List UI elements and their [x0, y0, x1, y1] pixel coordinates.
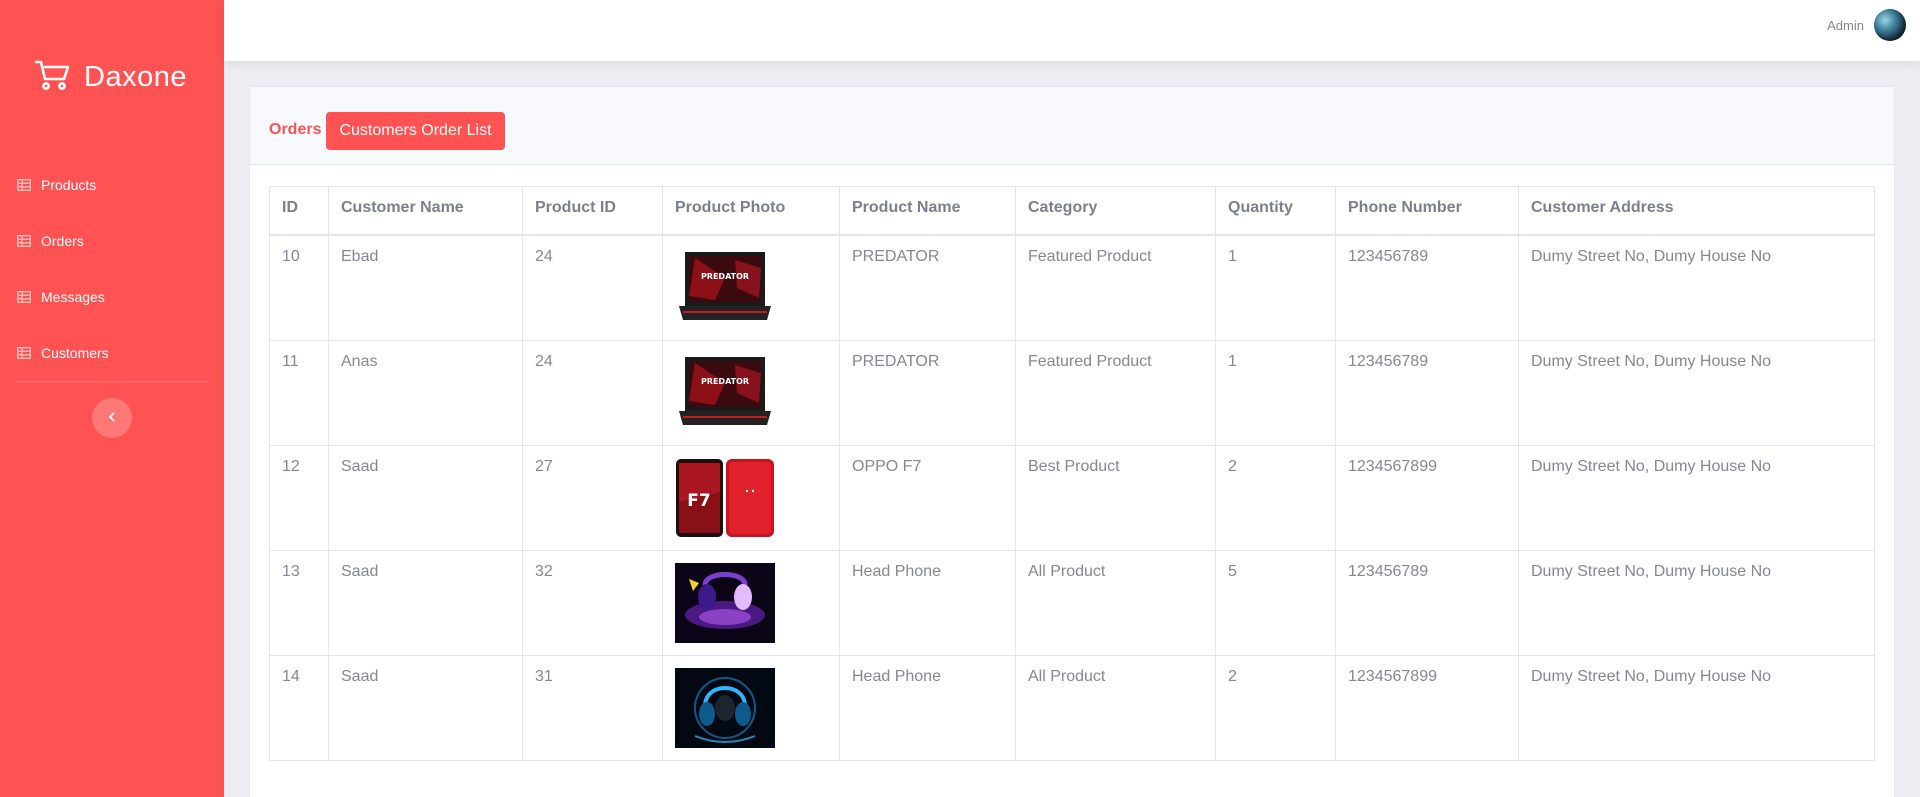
cell-product-id: 27: [522, 444, 663, 551]
sidebar-nav: Products Orders Messages Customers: [0, 157, 224, 381]
orders-table: ID Customer Name Product ID Product Phot…: [269, 186, 1875, 761]
sidebar-item-orders[interactable]: Orders: [0, 213, 224, 269]
cell-product-photo: PREDATOR: [662, 234, 840, 341]
product-photo-text: PREDATOR: [701, 377, 749, 386]
cell-quantity: 1: [1215, 339, 1336, 446]
table-row: 14 Saad 31 Head Phone All Product 2 1234…: [269, 654, 1875, 761]
product-photo-headphone: [675, 562, 775, 643]
cell-product-name: PREDATOR: [839, 339, 1016, 446]
cell-category: All Product: [1015, 549, 1216, 656]
cell-category: Featured Product: [1015, 234, 1216, 341]
cell-category: Best Product: [1015, 444, 1216, 551]
column-header-product-id[interactable]: Product ID: [522, 186, 663, 236]
column-header-id[interactable]: ID: [269, 186, 329, 236]
sidebar-item-messages[interactable]: Messages: [0, 269, 224, 325]
cell-product-photo: PREDATOR: [662, 339, 840, 446]
column-header-phone-number[interactable]: Phone Number: [1335, 186, 1519, 236]
sidebar-item-label: Orders: [41, 233, 84, 249]
sidebar-item-label: Customers: [41, 345, 109, 361]
product-photo-text: PREDATOR: [701, 272, 749, 281]
column-header-customer-name[interactable]: Customer Name: [328, 186, 523, 236]
topbar: Admin: [224, 0, 1920, 61]
cell-quantity: 5: [1215, 549, 1336, 656]
sidebar-divider: [15, 381, 209, 382]
avatar: [1874, 9, 1906, 41]
column-header-product-name[interactable]: Product Name: [839, 186, 1016, 236]
cell-category: Featured Product: [1015, 339, 1216, 446]
table-icon: [17, 179, 31, 191]
user-name: Admin: [1827, 17, 1864, 33]
cell-customer-address: Dumy Street No, Dumy House No: [1518, 654, 1875, 761]
sidebar: Daxone Products Orders Messages Customer…: [0, 0, 224, 797]
breadcrumb: Orders Customers Order List: [269, 112, 505, 150]
product-photo-text: F7: [687, 491, 710, 511]
product-photo-laptop: PREDATOR: [675, 247, 775, 328]
cell-customer-address: Dumy Street No, Dumy House No: [1518, 444, 1875, 551]
customers-order-list-button[interactable]: Customers Order List: [326, 112, 505, 150]
table-icon: [17, 291, 31, 303]
cell-product-photo: F7: [662, 444, 840, 551]
cell-phone-number: 123456789: [1335, 339, 1519, 446]
cell-product-id: 32: [522, 549, 663, 656]
table-icon: [17, 347, 31, 359]
cell-product-name: Head Phone: [839, 549, 1016, 656]
table-row: 10 Ebad 24 PREDATOR PREDATOR Featured Pr…: [269, 234, 1875, 341]
orders-card: Orders Customers Order List ID Customer …: [249, 86, 1895, 797]
column-header-category[interactable]: Category: [1015, 186, 1216, 236]
cell-product-name: Head Phone: [839, 654, 1016, 761]
cell-id: 13: [269, 549, 329, 656]
brand[interactable]: Daxone: [34, 60, 187, 94]
cell-customer-name: Saad: [328, 444, 523, 551]
product-photo-phone: F7: [675, 457, 775, 538]
table-icon: [17, 235, 31, 247]
page-title: Orders: [269, 121, 322, 138]
sidebar-toggle-button[interactable]: [92, 398, 132, 438]
table-row: 13 Saad 32 Head Phone All Product 5 1234…: [269, 549, 1875, 656]
cell-quantity: 2: [1215, 444, 1336, 551]
column-header-product-photo[interactable]: Product Photo: [662, 186, 840, 236]
cell-customer-name: Anas: [328, 339, 523, 446]
cell-customer-address: Dumy Street No, Dumy House No: [1518, 234, 1875, 341]
chevron-left-icon: [107, 409, 117, 427]
cell-product-photo: [662, 549, 840, 656]
card-header: Orders Customers Order List: [250, 87, 1894, 165]
sidebar-item-products[interactable]: Products: [0, 157, 224, 213]
cell-customer-address: Dumy Street No, Dumy House No: [1518, 339, 1875, 446]
user-menu[interactable]: Admin: [1827, 9, 1906, 41]
cell-product-id: 24: [522, 339, 663, 446]
cell-product-id: 24: [522, 234, 663, 341]
cell-quantity: 2: [1215, 654, 1336, 761]
cell-phone-number: 1234567899: [1335, 444, 1519, 551]
cell-id: 12: [269, 444, 329, 551]
cell-customer-name: Saad: [328, 549, 523, 656]
cell-id: 14: [269, 654, 329, 761]
product-photo-headphone: [675, 667, 775, 748]
cell-product-name: PREDATOR: [839, 234, 1016, 341]
table-header-row: ID Customer Name Product ID Product Phot…: [269, 186, 1875, 236]
brand-name: Daxone: [84, 60, 187, 93]
sidebar-item-label: Products: [41, 177, 97, 193]
cell-phone-number: 123456789: [1335, 549, 1519, 656]
sidebar-item-label: Messages: [41, 289, 105, 305]
cell-id: 11: [269, 339, 329, 446]
sidebar-item-customers[interactable]: Customers: [0, 325, 224, 381]
product-photo-laptop: PREDATOR: [675, 352, 775, 433]
cart-icon: [34, 59, 70, 96]
cell-product-name: OPPO F7: [839, 444, 1016, 551]
cell-customer-name: Ebad: [328, 234, 523, 341]
cell-customer-name: Saad: [328, 654, 523, 761]
column-header-customer-address[interactable]: Customer Address: [1518, 186, 1875, 236]
cell-phone-number: 123456789: [1335, 234, 1519, 341]
column-header-quantity[interactable]: Quantity: [1215, 186, 1336, 236]
cell-category: All Product: [1015, 654, 1216, 761]
cell-customer-address: Dumy Street No, Dumy House No: [1518, 549, 1875, 656]
cell-quantity: 1: [1215, 234, 1336, 341]
cell-phone-number: 1234567899: [1335, 654, 1519, 761]
table-row: 12 Saad 27 F7 OPPO F7 Best Product 2 123…: [269, 444, 1875, 551]
table-row: 11 Anas 24 PREDATOR PREDATOR Featured Pr…: [269, 339, 1875, 446]
cell-product-photo: [662, 654, 840, 761]
cell-product-id: 31: [522, 654, 663, 761]
cell-id: 10: [269, 234, 329, 341]
